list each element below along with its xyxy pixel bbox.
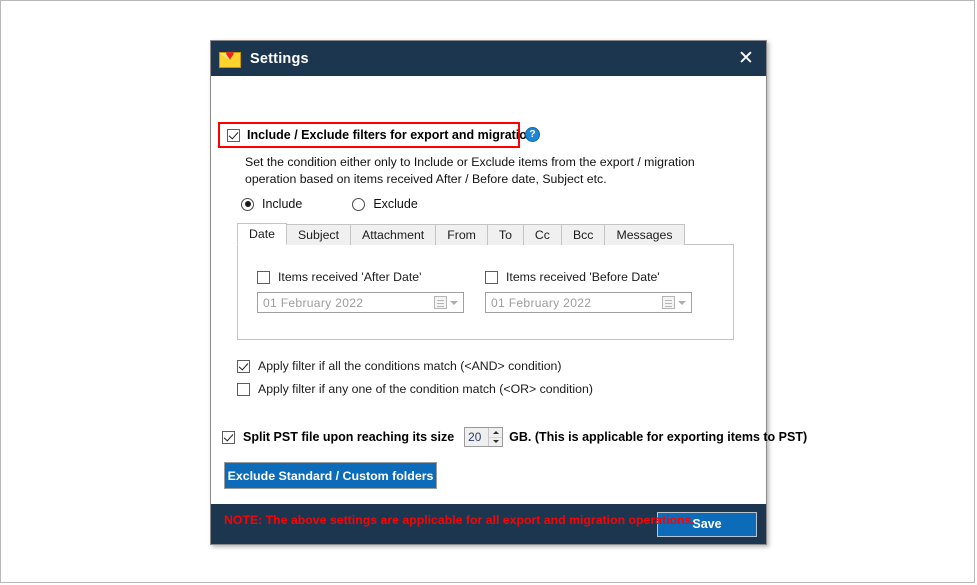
before-date-label: Items received 'Before Date' (506, 270, 660, 284)
tab-messages[interactable]: Messages (604, 224, 685, 245)
and-condition-checkbox[interactable]: Apply filter if all the conditions match… (237, 359, 561, 373)
before-date-value: 01 February 2022 (491, 295, 592, 310)
radio-include-dot[interactable] (241, 197, 254, 211)
after-date-input[interactable]: 01 February 2022 (257, 292, 464, 313)
calendar-icon[interactable] (662, 296, 675, 309)
split-pst-unit-note: GB. (This is applicable for exporting it… (509, 430, 808, 444)
after-date-value: 01 February 2022 (263, 295, 364, 310)
exclude-folders-button[interactable]: Exclude Standard / Custom folders (224, 462, 437, 489)
tab-date[interactable]: Date (237, 223, 287, 245)
envelope-heart-icon: ♥ (219, 48, 241, 69)
tab-to[interactable]: To (486, 224, 524, 245)
screenshot-canvas: ♥ Settings ✕ Include / Exclude filters f… (0, 0, 975, 583)
split-pst-checkbox[interactable] (222, 430, 235, 444)
radio-exclude[interactable]: Exclude (352, 197, 418, 211)
before-date-checkbox[interactable]: Items received 'Before Date' (485, 270, 692, 284)
tabstrip: Date Subject Attachment From To Cc Bcc M… (237, 223, 734, 245)
tab-attachment[interactable]: Attachment (350, 224, 437, 245)
tab-cc[interactable]: Cc (522, 224, 562, 245)
split-pst-label: Split PST file upon reaching its size (243, 430, 455, 444)
or-condition-checkbox-box[interactable] (237, 382, 250, 396)
settings-dialog: ♥ Settings ✕ Include / Exclude filters f… (210, 40, 807, 545)
split-size-stepper-buttons (488, 428, 503, 447)
radio-exclude-dot[interactable] (352, 197, 366, 211)
stepper-down-icon[interactable] (489, 436, 503, 447)
date-tab-panel: Items received 'After Date' 01 February … (237, 244, 734, 340)
before-date-input[interactable]: 01 February 2022 (485, 292, 692, 313)
radio-include-label: Include (262, 197, 303, 211)
close-icon[interactable]: ✕ (726, 41, 766, 76)
highlight-box (218, 122, 520, 148)
radio-exclude-label: Exclude (373, 197, 418, 211)
dialog-body: Include / Exclude filters for export and… (211, 76, 807, 527)
include-exclude-radio-group: Include Exclude (241, 197, 418, 211)
tab-from[interactable]: From (435, 224, 488, 245)
dialog-title: Settings (250, 50, 309, 67)
settings-note: NOTE: The above settings are applicable … (224, 513, 695, 527)
help-icon[interactable]: ? (525, 127, 540, 142)
stepper-up-icon[interactable] (489, 428, 502, 437)
calendar-icon[interactable] (434, 296, 447, 309)
tab-bcc[interactable]: Bcc (560, 224, 606, 245)
after-date-checkbox-box[interactable] (257, 270, 270, 284)
or-condition-label: Apply filter if any one of the condition… (258, 382, 593, 396)
after-date-checkbox[interactable]: Items received 'After Date' (257, 270, 464, 284)
split-pst-row: Split PST file upon reaching its size 20… (222, 427, 807, 447)
split-size-value[interactable]: 20 (465, 428, 488, 446)
after-date-group: Items received 'After Date' 01 February … (257, 270, 464, 313)
before-date-checkbox-box[interactable] (485, 270, 498, 284)
filter-tabs: Date Subject Attachment From To Cc Bcc M… (237, 223, 734, 340)
chevron-down-icon[interactable] (678, 300, 686, 305)
and-condition-checkbox-box[interactable] (237, 359, 250, 373)
after-date-label: Items received 'After Date' (278, 270, 422, 284)
filters-description: Set the condition either only to Include… (245, 155, 695, 186)
chevron-down-icon[interactable] (450, 300, 458, 305)
radio-include[interactable]: Include (241, 197, 302, 211)
tab-subject[interactable]: Subject (285, 224, 352, 245)
and-condition-label: Apply filter if all the conditions match… (258, 359, 562, 373)
or-condition-checkbox[interactable]: Apply filter if any one of the condition… (237, 382, 593, 396)
before-date-group: Items received 'Before Date' 01 February… (485, 270, 692, 313)
dialog-titlebar: ♥ Settings ✕ (211, 41, 766, 76)
split-size-stepper[interactable]: 20 (464, 427, 504, 447)
